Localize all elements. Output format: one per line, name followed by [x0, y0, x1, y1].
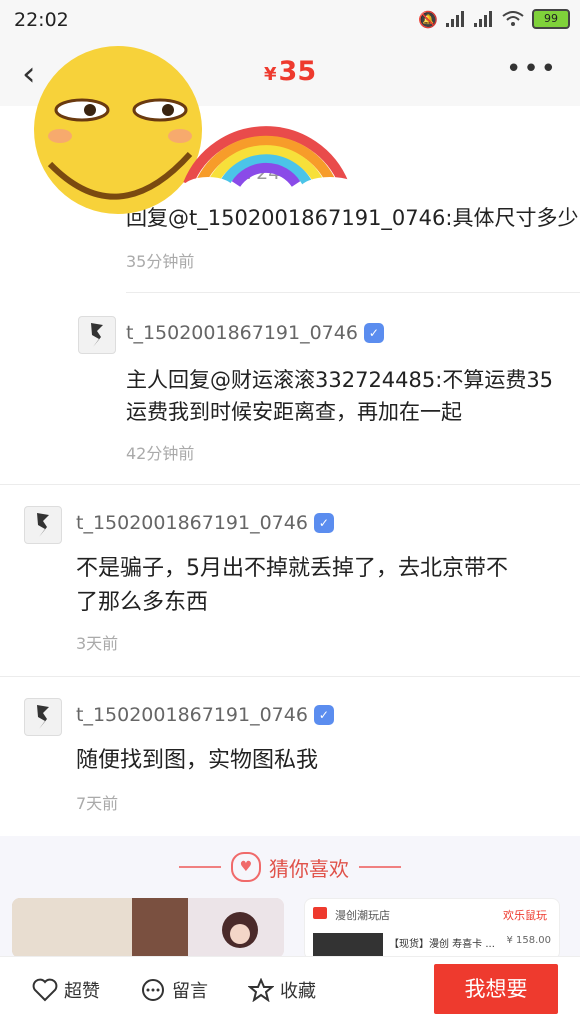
- favorite-label: 收藏: [280, 981, 316, 1002]
- avatar-image: [37, 513, 49, 537]
- reply-text-line: 主人回复@财运滚滚332724485:不算运费35: [126, 368, 554, 392]
- emoji-sticker: [34, 46, 360, 214]
- recommend-title-text: 猜你喜欢: [269, 856, 349, 881]
- product-desc: 【现货】漫创 寿喜卡 ...: [389, 939, 495, 950]
- avatar-image: [37, 705, 49, 729]
- product-price: ¥ 158.00: [506, 935, 551, 946]
- mute-icon: 🔕: [418, 9, 438, 29]
- product-image: [12, 898, 284, 958]
- comment-time: 7天前: [76, 794, 119, 813]
- divider: [0, 676, 580, 677]
- shop-name: 漫创潮玩店: [335, 909, 390, 922]
- username-text: t_1502001867191_0746: [126, 322, 358, 344]
- divider: [126, 292, 580, 293]
- shop-tag: 欢乐鼠玩: [503, 909, 547, 922]
- username-text: t_1502001867191_0746: [76, 512, 308, 534]
- status-time: 22:02: [14, 9, 69, 31]
- signal-icon: [446, 11, 464, 27]
- comment-time: 3天前: [76, 634, 119, 653]
- reply-time: 42分钟前: [126, 444, 195, 463]
- username[interactable]: t_1502001867191_0746 ✓: [76, 704, 334, 726]
- recommend-title: ♥ 猜你喜欢: [0, 852, 580, 882]
- reply-text-line: 运费我到时候安距离查，再加在一起: [126, 400, 462, 424]
- recommend-card[interactable]: 漫创潮玩店 欢乐鼠玩 【现货】漫创 寿喜卡 ... ¥ 158.00: [304, 898, 560, 960]
- like-label: 超赞: [64, 981, 100, 1002]
- wifi-icon: [502, 11, 524, 26]
- battery-icon: 99: [532, 9, 570, 29]
- bottom-bar: 超赞 留言 收藏 我想要: [0, 956, 580, 1033]
- divider: [0, 484, 580, 485]
- shop-icon: [313, 907, 327, 919]
- star-outline-icon: [248, 978, 274, 1002]
- comment-text-line: 了那么多东西: [76, 590, 209, 615]
- verified-badge-icon: ✓: [313, 513, 334, 533]
- recommend-card[interactable]: [12, 898, 284, 958]
- comment-text-line: 不是骗子，5月出不掉就丢掉了，去北京带不: [76, 556, 508, 581]
- username-text: t_1502001867191_0746: [76, 704, 308, 726]
- status-icons: 🔕 99: [418, 9, 570, 29]
- heart-icon: ♥: [231, 852, 261, 882]
- avatar[interactable]: [24, 698, 62, 736]
- comment-label: 留言: [172, 981, 208, 1002]
- divider: [359, 866, 401, 868]
- comment-button[interactable]: 留言: [140, 977, 208, 1003]
- username[interactable]: t_1502001867191_0746 ✓: [76, 512, 334, 534]
- like-button[interactable]: 超赞: [32, 977, 100, 1003]
- username[interactable]: t_1502001867191_0746 ✓: [126, 322, 384, 344]
- reply-time: 35分钟前: [126, 252, 195, 271]
- signal-icon-2: [474, 11, 492, 27]
- avatar-image: [91, 323, 103, 347]
- more-menu-button[interactable]: •••: [506, 54, 558, 84]
- avatar[interactable]: [78, 316, 116, 354]
- verified-badge-icon: ✓: [313, 705, 334, 725]
- divider: [179, 866, 221, 868]
- avatar[interactable]: [24, 506, 62, 544]
- want-button[interactable]: 我想要: [434, 964, 558, 1014]
- comment-text: 随便找到图，实物图私我: [76, 748, 319, 773]
- status-bar: 22:02 🔕 99: [0, 0, 580, 40]
- heart-outline-icon: [32, 978, 58, 1002]
- verified-badge-icon: ✓: [363, 323, 384, 343]
- favorite-button[interactable]: 收藏: [248, 977, 316, 1003]
- chat-bubble-icon: [142, 979, 164, 1001]
